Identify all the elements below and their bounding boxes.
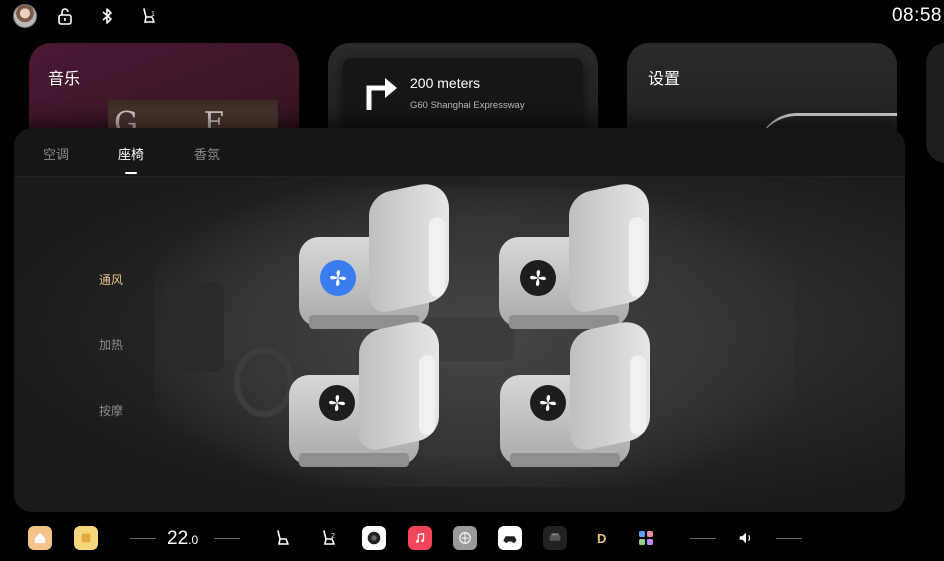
svg-text:1: 1 <box>151 11 155 18</box>
front-left-vent-button[interactable] <box>320 260 356 296</box>
navigation-road: G60 Shanghai Expressway <box>410 100 525 111</box>
panel-tabs: 空调 座椅 香氛 <box>14 128 905 174</box>
clock: 08:58 <box>891 5 942 26</box>
dock: 22.0 2 D <box>0 516 944 561</box>
home-icon[interactable] <box>28 526 52 550</box>
temp-right-line <box>214 538 240 539</box>
tab-fragrance[interactable]: 香氛 <box>194 144 220 163</box>
settings-card-title: 设置 <box>648 69 681 88</box>
d-app-icon[interactable]: D <box>590 526 614 550</box>
apps-grid-icon[interactable] <box>634 526 658 550</box>
option-heating[interactable]: 加热 <box>99 336 123 353</box>
volume-right-line <box>776 538 802 539</box>
dashboard <box>164 282 224 372</box>
bluetooth-icon[interactable] <box>97 6 117 26</box>
seat-control-panel: 空调 座椅 香氛 通风 加热 按摩 <box>14 128 905 512</box>
music-card-title: 音乐 <box>48 69 81 88</box>
option-massage[interactable]: 按摩 <box>99 402 123 419</box>
seat-front-right <box>489 178 689 337</box>
seat-front-left <box>289 178 489 337</box>
seat-front-icon[interactable] <box>271 526 295 550</box>
seat-rear-icon[interactable]: 2 <box>317 526 341 550</box>
cabin-view: 通风 加热 按摩 <box>14 177 905 512</box>
unlock-icon[interactable] <box>55 6 75 26</box>
svg-text:D: D <box>597 531 606 546</box>
browser-icon[interactable] <box>453 526 477 550</box>
fan-icon <box>530 270 546 286</box>
temperature[interactable]: 22.0 <box>167 528 198 550</box>
seat-rear-right <box>490 316 690 475</box>
status-bar: 1 08:58 <box>0 0 944 34</box>
notes-icon[interactable] <box>74 526 98 550</box>
temperature-decimal: .0 <box>188 533 199 547</box>
navigation-instruction: 200 meters G60 Shanghai Expressway <box>343 58 583 128</box>
fan-icon <box>540 395 556 411</box>
car-icon[interactable] <box>498 526 522 550</box>
seat-icon[interactable]: 1 <box>139 6 159 26</box>
music-icon[interactable] <box>408 526 432 550</box>
speaker-icon[interactable] <box>734 526 758 550</box>
svg-text:2: 2 <box>331 533 335 540</box>
tab-seat[interactable]: 座椅 <box>118 144 144 163</box>
rear-right-vent-button[interactable] <box>530 385 566 421</box>
seat-rear-left <box>279 316 479 475</box>
volume-left-line <box>690 538 716 539</box>
fan-icon <box>329 395 345 411</box>
right-turn-arrow-icon <box>366 78 397 110</box>
camera-icon[interactable] <box>362 526 386 550</box>
rear-left-vent-button[interactable] <box>319 385 355 421</box>
active-tab-indicator <box>125 172 137 174</box>
dashcam-icon[interactable] <box>543 526 567 550</box>
temperature-value: 22 <box>167 528 189 549</box>
tab-climate[interactable]: 空调 <box>43 144 69 163</box>
next-card-edge[interactable] <box>926 43 944 163</box>
temp-left-line <box>130 538 156 539</box>
front-right-vent-button[interactable] <box>520 260 556 296</box>
navigation-distance: 200 meters <box>410 75 481 91</box>
avatar[interactable] <box>13 4 37 28</box>
fan-icon <box>330 270 346 286</box>
option-ventilation[interactable]: 通风 <box>99 271 123 288</box>
